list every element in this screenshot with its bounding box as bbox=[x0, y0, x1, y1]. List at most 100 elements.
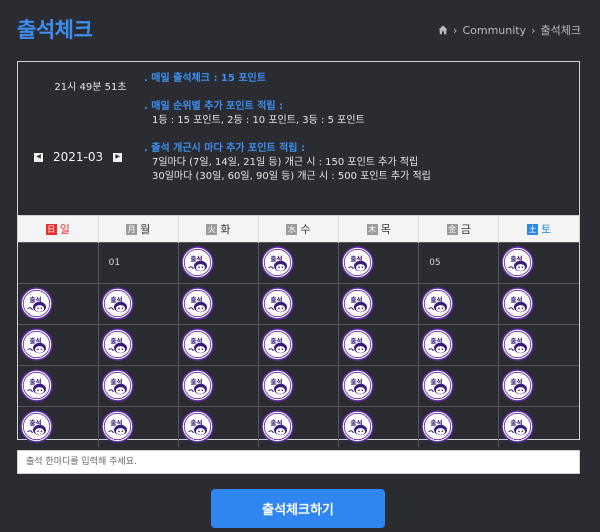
calendar-day-cell: 출석 bbox=[177, 406, 259, 447]
calendar-day-cell: 출석 bbox=[498, 283, 579, 325]
day-number: 01 bbox=[108, 258, 121, 268]
weekday-sun: 日일 bbox=[18, 215, 99, 243]
calendar-day-cell: 출석 bbox=[97, 406, 179, 447]
daily-points-heading: . 매일 출석체크 : 15 포인트 bbox=[144, 73, 266, 84]
attendance-stamp-icon: 출석 bbox=[261, 328, 294, 361]
weekday-label: 화 bbox=[220, 223, 231, 236]
chevron-right-icon: › bbox=[453, 23, 458, 37]
calendar-day-cell: 01 bbox=[97, 242, 179, 284]
calendar-day-cell: 출석 bbox=[418, 324, 500, 366]
calendar-day-cell: 출석 bbox=[97, 283, 179, 325]
calendar-day-cell: 출석 bbox=[177, 365, 259, 407]
streak-points-line-2: 30일마다 (30일, 60일, 90일 등) 개근 시 : 500 포인트 추… bbox=[152, 171, 431, 182]
weekday-sat: 土토 bbox=[498, 215, 579, 243]
info-section: 21시 49분 51초 ◀ 2021-03 ▶ . 매일 출석체크 : 15 포… bbox=[18, 62, 579, 215]
calendar-day-cell: 출석 bbox=[498, 242, 579, 284]
attendance-stamp-icon: 출석 bbox=[421, 410, 455, 443]
attendance-stamp-icon: 출석 bbox=[20, 328, 53, 361]
attendance-stamp-icon: 출석 bbox=[20, 369, 53, 402]
weekday-badge: 月 bbox=[126, 223, 138, 235]
rank-points-line: 1등 : 15 포인트, 2등 : 10 포인트, 3등 : 5 포인트 bbox=[152, 115, 365, 126]
comment-input[interactable] bbox=[17, 450, 580, 474]
weekday-header: 日일 月월 火화 水수 木목 金금 土토 bbox=[18, 215, 579, 243]
breadcrumb-current: 출석체크 bbox=[540, 24, 581, 37]
weekday-thu: 木목 bbox=[338, 215, 420, 243]
calendar-day-cell: 출석 bbox=[177, 283, 259, 325]
breadcrumb: › Community › 출석체크 bbox=[438, 22, 581, 38]
calendar-day-cell: 출석 bbox=[338, 242, 420, 284]
attendance-stamp-icon: 출석 bbox=[100, 369, 134, 402]
attendance-stamp-icon: 출석 bbox=[341, 369, 374, 402]
calendar-day-cell: 출석 bbox=[18, 324, 99, 366]
attendance-stamp-icon: 출석 bbox=[341, 246, 374, 279]
calendar-day-cell: 05 bbox=[418, 242, 500, 284]
attendance-stamp-icon: 출석 bbox=[341, 410, 374, 443]
calendar-day-cell: 출석 bbox=[177, 242, 259, 284]
calendar-week-row: 01 출석 출석 출석 05 출석 bbox=[18, 242, 579, 284]
calendar-body: 01 출석 출석 출석 05 출석 출석 출석 출석 출석 출석 출석 출석 출석 출석 출석 출석 출석 출석 출석… bbox=[18, 242, 579, 447]
calendar-day-cell: 출석 bbox=[257, 406, 340, 447]
weekday-badge: 日 bbox=[45, 223, 57, 235]
attendance-stamp-icon: 출석 bbox=[501, 287, 535, 320]
calendar-day-cell: 출석 bbox=[338, 324, 420, 366]
weekday-label: 일 bbox=[59, 223, 70, 236]
weekday-badge: 水 bbox=[286, 223, 298, 235]
streak-points-heading: . 출석 개근시 마다 추가 포인트 적립 : bbox=[144, 143, 305, 154]
home-icon[interactable] bbox=[438, 25, 448, 35]
calendar-day-cell: 출석 bbox=[257, 283, 340, 325]
next-month-button[interactable]: ▶ bbox=[113, 152, 123, 162]
day-number: 05 bbox=[429, 258, 441, 268]
attendance-stamp-icon: 출석 bbox=[421, 369, 455, 402]
calendar-day-cell: 출석 bbox=[97, 324, 179, 366]
attendance-stamp-icon: 출석 bbox=[180, 369, 214, 402]
calendar-day-cell: 출석 bbox=[338, 283, 420, 325]
calendar-day-cell: 출석 bbox=[338, 406, 420, 447]
weekday-badge: 土 bbox=[527, 223, 539, 235]
attendance-stamp-icon: 출석 bbox=[421, 328, 455, 361]
attendance-stamp-icon: 출석 bbox=[341, 328, 374, 361]
attendance-submit-button[interactable]: 출석체크하기 bbox=[211, 489, 385, 528]
calendar-day-cell: 출석 bbox=[418, 283, 500, 325]
chevron-right-icon: › bbox=[531, 23, 536, 37]
weekday-badge: 金 bbox=[446, 223, 458, 235]
attendance-stamp-icon: 출석 bbox=[261, 410, 294, 443]
calendar-week-row: 출석 출석 출석 출석 출석 출석 출석 bbox=[18, 324, 579, 366]
calendar-day-cell: 출석 bbox=[257, 324, 340, 366]
rank-points-heading: . 매일 순위별 추가 포인트 적립 : bbox=[144, 101, 284, 112]
attendance-stamp-icon: 출석 bbox=[180, 410, 214, 443]
weekday-wed: 水수 bbox=[258, 215, 340, 243]
month-label: 2021-03 bbox=[53, 150, 104, 164]
clock: 21시 49분 51초 bbox=[54, 82, 127, 93]
attendance-stamp-icon: 출석 bbox=[421, 287, 455, 320]
calendar-day-cell: 출석 bbox=[257, 365, 340, 407]
attendance-stamp-icon: 출석 bbox=[501, 410, 535, 443]
attendance-stamp-icon: 출석 bbox=[341, 287, 374, 320]
weekday-mon: 月월 bbox=[98, 215, 179, 243]
calendar-day-cell: 출석 bbox=[18, 283, 99, 325]
calendar-day-cell: 출석 bbox=[338, 365, 420, 407]
weekday-label: 금 bbox=[460, 223, 471, 236]
attendance-stamp-icon: 출석 bbox=[100, 410, 134, 443]
weekday-fri: 金금 bbox=[418, 215, 500, 243]
streak-points-line-1: 7일마다 (7일, 14일, 21일 등) 개근 시 : 150 포인트 추가 … bbox=[152, 157, 419, 168]
calendar-day-cell: 출석 bbox=[18, 406, 99, 447]
breadcrumb-community[interactable]: Community bbox=[462, 24, 526, 37]
calendar-week-row: 출석 출석 출석 출석 출석 출석 출석 bbox=[18, 365, 579, 407]
calendar-week-row: 출석 출석 출석 출석 출석 출석 출석 bbox=[18, 283, 579, 325]
page-title: 출석체크 bbox=[17, 18, 93, 42]
attendance-stamp-icon: 출석 bbox=[20, 410, 53, 443]
weekday-label: 목 bbox=[380, 223, 391, 236]
calendar-day-cell: 출석 bbox=[257, 242, 340, 284]
page-header: 출석체크 › Community › 출석체크 bbox=[0, 0, 600, 58]
point-rules: . 매일 출석체크 : 15 포인트 . 매일 순위별 추가 포인트 적립 : … bbox=[144, 72, 431, 184]
prev-month-button[interactable]: ◀ bbox=[34, 152, 43, 162]
calendar-day-cell: 출석 bbox=[418, 406, 500, 447]
weekday-label: 토 bbox=[541, 223, 552, 236]
attendance-stamp-icon: 출석 bbox=[501, 246, 535, 279]
attendance-panel: 21시 49분 51초 ◀ 2021-03 ▶ . 매일 출석체크 : 15 포… bbox=[17, 61, 580, 447]
weekday-label: 수 bbox=[300, 223, 311, 236]
calendar-day-cell: 출석 bbox=[18, 365, 99, 407]
attendance-stamp-icon: 출석 bbox=[261, 287, 294, 320]
attendance-stamp-icon: 출석 bbox=[100, 328, 134, 361]
calendar-day-cell: 출석 bbox=[97, 365, 179, 407]
